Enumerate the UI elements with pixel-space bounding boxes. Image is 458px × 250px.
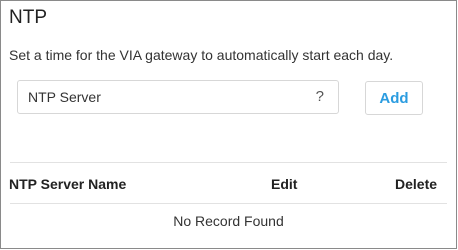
panel-title: NTP <box>9 7 47 28</box>
add-button[interactable]: Add <box>365 81 423 115</box>
panel-description: Set a time for the VIA gateway to automa… <box>9 47 394 63</box>
column-header-ntp-server-name: NTP Server Name <box>9 176 127 192</box>
ntp-server-field[interactable]: ? <box>17 80 339 114</box>
divider <box>10 162 447 163</box>
column-header-delete: Delete <box>395 176 438 192</box>
empty-table-message: No Record Found <box>173 213 284 229</box>
ntp-server-input[interactable] <box>18 82 308 112</box>
help-icon[interactable]: ? <box>316 88 324 105</box>
column-header-edit: Edit <box>271 176 298 192</box>
divider <box>10 203 447 204</box>
ntp-panel: NTP Set a time for the VIA gateway to au… <box>0 0 457 249</box>
